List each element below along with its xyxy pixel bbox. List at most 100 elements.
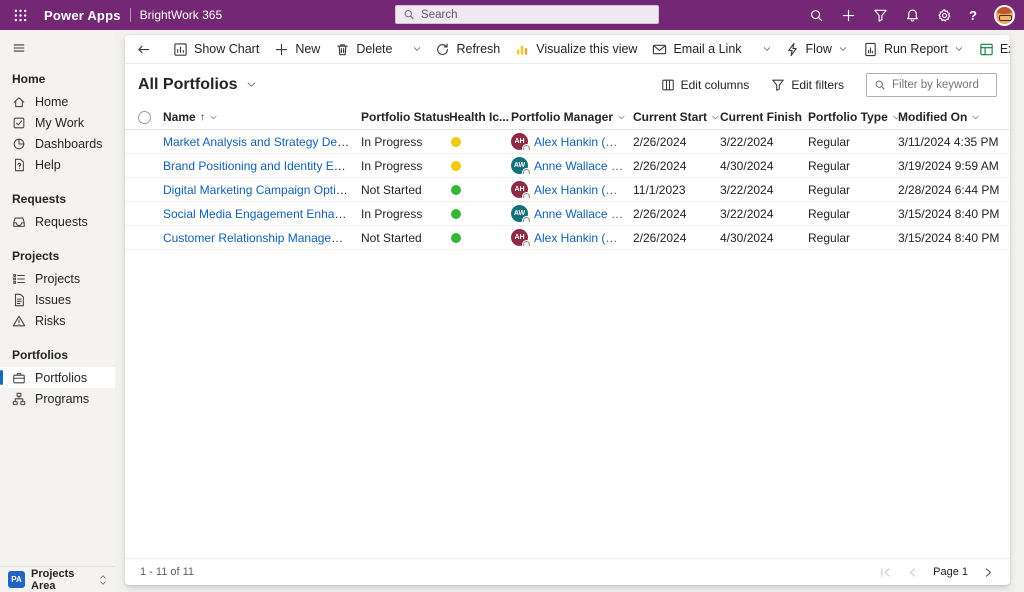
app-name[interactable]: Power Apps — [44, 8, 121, 23]
report-icon — [865, 42, 876, 56]
sidebar-item-label: Programs — [35, 391, 90, 406]
sidebar-item-programs[interactable]: Programs — [0, 388, 115, 409]
health-cell — [449, 232, 511, 243]
offline-presence-badge — [523, 241, 530, 246]
column-header-portfolio-manager[interactable]: Portfolio Manager — [511, 110, 633, 124]
manager-link[interactable]: Anne Wallace (Offline) — [534, 159, 623, 173]
excel-templates-icon — [980, 43, 993, 55]
modified-on-cell: 2/28/2024 6:44 PM — [898, 182, 1000, 197]
view-selector[interactable]: All Portfolios — [138, 76, 257, 94]
sidebar-item-requests[interactable]: Requests — [0, 211, 115, 232]
portfolio-name-link[interactable]: Social Media Engagement Enhancement — [163, 207, 361, 221]
command-label: Email a Link — [673, 42, 742, 56]
column-header-portfolio-type[interactable]: Portfolio Type — [808, 110, 898, 124]
next-page-icon[interactable] — [982, 566, 995, 579]
sidebar-item-portfolios[interactable]: Portfolios — [0, 367, 115, 388]
table-row[interactable]: Brand Positioning and Identity Enhanceme… — [125, 154, 1010, 178]
chevron-down-icon — [972, 115, 979, 119]
sidebar-group-portfolios: Portfolios Portfolios Programs — [0, 344, 115, 409]
first-page-icon[interactable] — [879, 566, 892, 579]
refresh-button[interactable]: Refresh — [428, 37, 507, 61]
email-link-button[interactable]: Email a Link — [645, 37, 748, 61]
command-label: Run Report — [883, 42, 948, 56]
table-row[interactable]: Customer Relationship Management Strateg… — [125, 226, 1010, 250]
portfolio-name-link[interactable]: Brand Positioning and Identity Enhanceme… — [163, 159, 361, 173]
excel-templates-button[interactable]: Excel Templates — [972, 37, 1010, 61]
sidebar-item-issues[interactable]: Issues — [0, 289, 115, 310]
back-button[interactable] — [129, 37, 158, 61]
column-header-health-icon[interactable]: Health Ic... — [449, 110, 511, 124]
sidebar-item-help[interactable]: Help — [0, 154, 115, 175]
view-card: Show Chart New Delete Refresh Visualize … — [125, 35, 1010, 585]
portfolio-status-cell: Not Started — [361, 182, 422, 197]
portfolio-name-link[interactable]: Digital Marketing Campaign Optimization — [163, 183, 361, 197]
notifications-icon[interactable] — [905, 8, 920, 23]
column-header-modified-on[interactable]: Modified On — [898, 110, 1010, 124]
table-row[interactable]: Social Media Engagement Enhancement In Pr… — [125, 202, 1010, 226]
sidebar-item-my-work[interactable]: My Work — [0, 112, 115, 133]
delete-more-button[interactable] — [407, 37, 427, 61]
sidebar-item-label: My Work — [35, 115, 85, 130]
settings-icon[interactable] — [937, 8, 952, 23]
area-switcher[interactable]: PA Projects Area — [0, 566, 115, 592]
group-label: Portfolios — [12, 348, 68, 362]
edit-filters-button[interactable]: Edit filters — [771, 78, 844, 92]
table-row[interactable]: Market Analysis and Strategy Development… — [125, 130, 1010, 154]
status-bar: 1 - 11 of 11 Page 1 — [125, 558, 1010, 585]
name-cell: Social Media Engagement Enhancement — [163, 207, 361, 221]
table-row[interactable]: Digital Marketing Campaign Optimization N… — [125, 178, 1010, 202]
edit-columns-button[interactable]: Edit columns — [661, 78, 749, 92]
chevron-down-icon — [618, 115, 625, 119]
manager-link[interactable]: Alex Hankin (Offline) — [534, 135, 623, 149]
show-chart-button[interactable]: Show Chart — [166, 37, 266, 61]
portfolio-type-cell: Regular — [808, 158, 851, 173]
manager-link[interactable]: Alex Hankin (Offline) — [534, 231, 623, 245]
delete-button[interactable]: Delete — [328, 37, 399, 61]
filter-keyword-input[interactable] — [892, 78, 989, 91]
waffle-menu-button[interactable] — [5, 0, 35, 30]
flow-button[interactable]: Flow — [778, 37, 855, 61]
visualize-view-button[interactable]: Visualize this view — [508, 37, 644, 61]
column-header-current-finish[interactable]: Current Finish — [720, 110, 808, 124]
group-label: Home — [12, 72, 46, 86]
sitemap-toggle-button[interactable] — [0, 30, 115, 55]
manager-cell: AW Anne Wallace (Offline) — [511, 157, 633, 174]
previous-page-icon[interactable] — [906, 566, 919, 579]
filter-icon[interactable] — [873, 8, 888, 23]
email-more-button[interactable] — [757, 37, 777, 61]
column-header-current-start[interactable]: Current Start — [633, 110, 720, 124]
select-all-checkbox[interactable] — [137, 110, 151, 124]
environment-name[interactable]: BrightWork 365 — [140, 8, 222, 22]
table-body: Market Analysis and Strategy Development… — [125, 130, 1010, 250]
topbar-search[interactable] — [395, 5, 659, 24]
run-report-button[interactable]: Run Report — [856, 37, 971, 61]
help-icon[interactable]: ? — [969, 9, 977, 22]
sidebar-item-risks[interactable]: Risks — [0, 310, 115, 331]
my-work-icon — [13, 117, 25, 128]
command-label: Excel Templates — [999, 42, 1010, 56]
help-doc-icon — [14, 158, 24, 171]
portfolio-type-cell: Regular — [808, 206, 851, 221]
sort-ascending-icon: ↑ — [199, 111, 205, 123]
sidebar-nav: Home Home My Work Dashboards Help Reques… — [0, 55, 115, 566]
sidebar-item-dashboards[interactable]: Dashboards — [0, 133, 115, 154]
portfolio-name-link[interactable]: Customer Relationship Management Strateg… — [163, 231, 361, 245]
manager-cell: AH Alex Hankin (Offline) — [511, 229, 633, 246]
account-avatar[interactable] — [994, 4, 1015, 26]
add-icon[interactable] — [841, 8, 856, 23]
search-input[interactable] — [421, 8, 651, 21]
search-icon — [875, 80, 885, 90]
column-header-portfolio-status[interactable]: Portfolio Status — [361, 110, 449, 124]
manager-link[interactable]: Alex Hankin (Offline) — [534, 183, 623, 197]
search-icon[interactable] — [809, 8, 824, 23]
manager-link[interactable]: Anne Wallace (Offline) — [534, 207, 623, 221]
column-header-name[interactable]: Name ↑ — [163, 110, 361, 124]
portfolio-name-link[interactable]: Market Analysis and Strategy Development — [163, 135, 361, 149]
sidebar-item-home[interactable]: Home — [0, 91, 115, 112]
filter-keyword-box[interactable] — [866, 72, 997, 97]
current-finish-cell: 3/22/2024 — [720, 134, 774, 149]
sidebar-item-projects[interactable]: Projects — [0, 268, 115, 289]
column-label: Modified On — [898, 110, 968, 124]
new-button[interactable]: New — [267, 37, 327, 61]
chevron-up-down-icon — [100, 574, 106, 585]
